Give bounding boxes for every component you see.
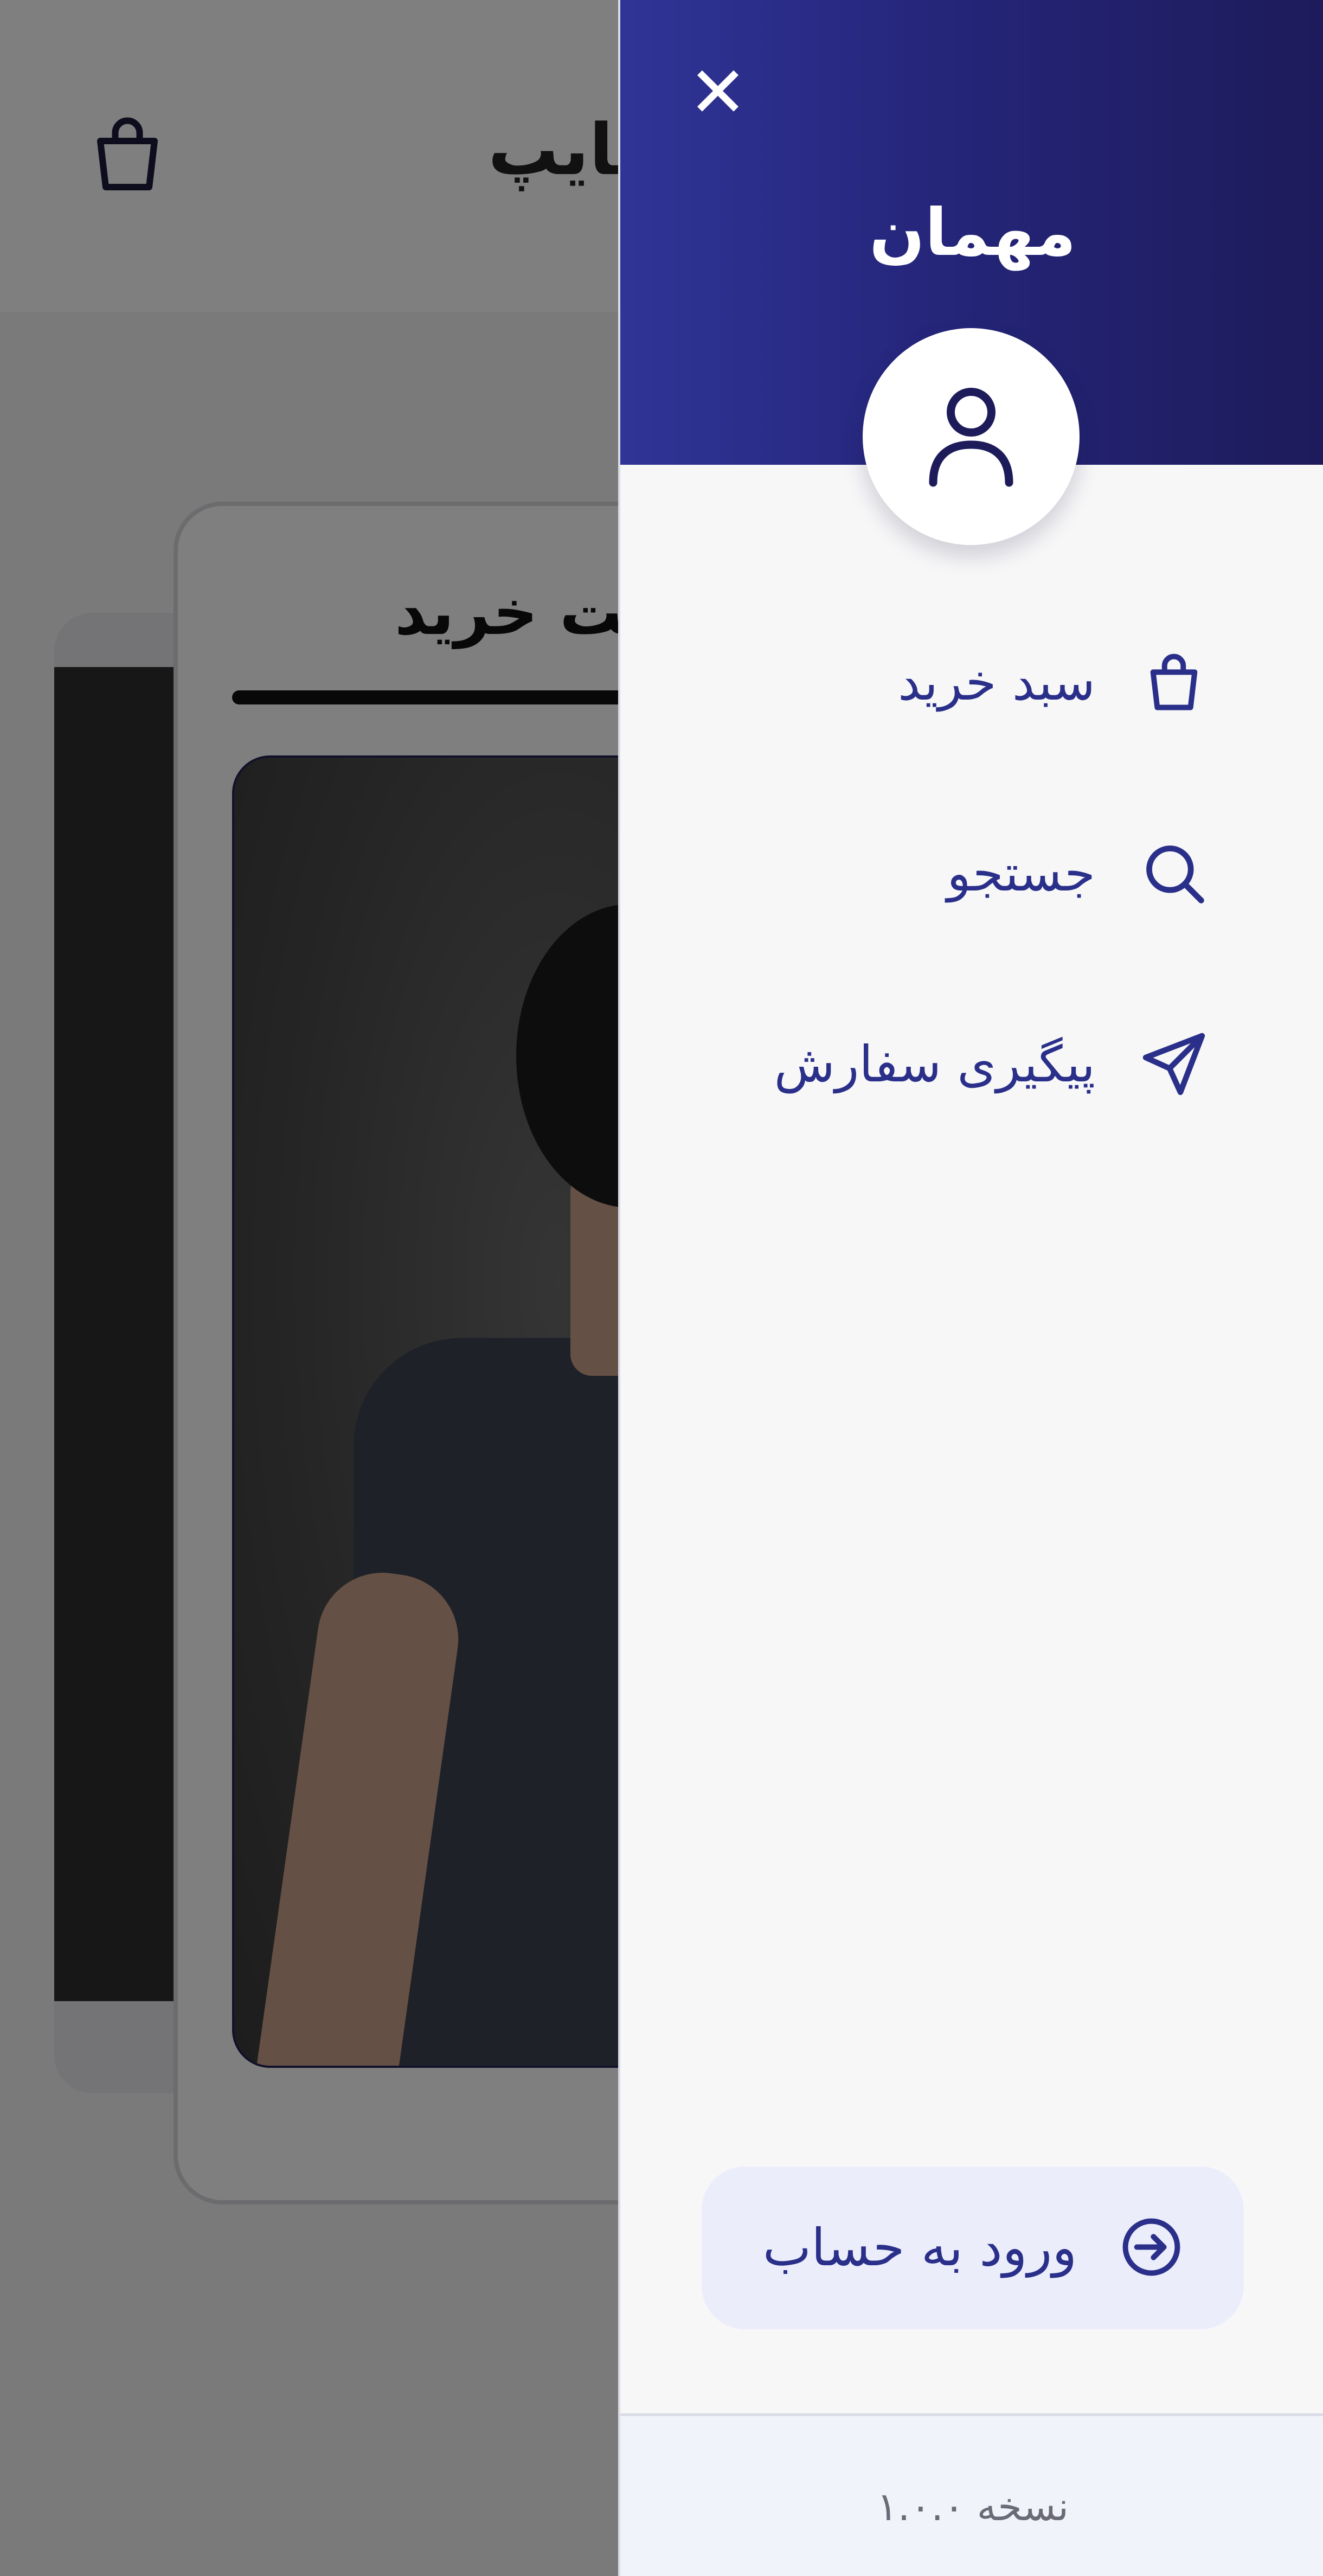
send-icon xyxy=(1139,1029,1209,1099)
login-label: ورود به حساب xyxy=(762,2218,1077,2278)
login-button[interactable]: ورود به حساب xyxy=(702,2167,1244,2329)
close-icon[interactable]: ✕ xyxy=(685,57,750,127)
menu-item-label: سبد خرید xyxy=(898,653,1095,712)
login-icon xyxy=(1120,2216,1183,2280)
menu-item-label: جستجو xyxy=(947,844,1095,902)
menu-item-label: پیگیری سفارش xyxy=(774,1035,1095,1093)
version-label: نسخه ۱.۰.۰ xyxy=(876,2484,1069,2529)
avatar[interactable] xyxy=(863,328,1080,545)
side-drawer: ✕ مهمان سبد خرید جستجو پیگیری سفارش ورود… xyxy=(618,0,1323,2576)
drawer-footer: نسخه ۱.۰.۰ xyxy=(620,2413,1323,2576)
search-icon xyxy=(1139,838,1209,908)
shopping-bag-icon xyxy=(1139,647,1209,717)
menu-item-cart[interactable]: سبد خرید xyxy=(898,642,1209,723)
user-name: مهمان xyxy=(869,195,1076,271)
menu-item-search[interactable]: جستجو xyxy=(947,832,1209,914)
user-icon xyxy=(929,388,1013,487)
menu-item-order-tracking[interactable]: پیگیری سفارش xyxy=(774,1023,1209,1105)
